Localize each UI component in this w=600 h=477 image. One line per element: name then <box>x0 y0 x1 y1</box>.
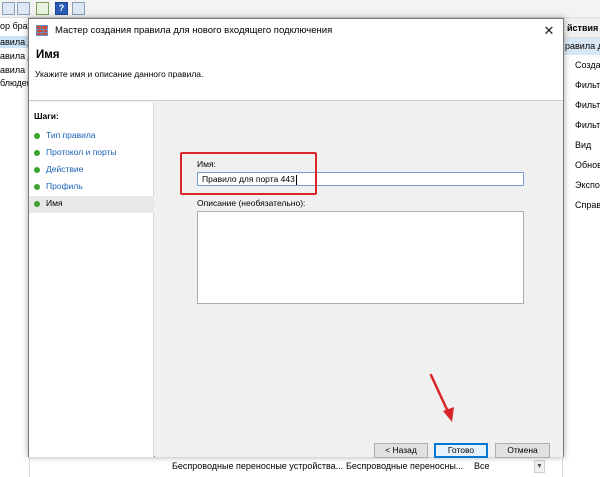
step-label: Действие <box>46 164 84 174</box>
step-complete-icon <box>34 167 40 173</box>
background-tree-pane: ор бра авила д авила д авила б блюден <box>0 18 30 477</box>
step-label: Тип правила <box>46 130 96 140</box>
step-profile[interactable]: Профиль <box>29 179 154 196</box>
actions-subheader[interactable]: равила д <box>563 38 600 55</box>
cell-profile: Все <box>474 461 490 471</box>
step-label: Имя <box>46 198 63 208</box>
step-complete-icon <box>34 150 40 156</box>
action-item[interactable]: Справ <box>563 195 600 215</box>
step-rule-type[interactable]: Тип правила <box>29 128 154 145</box>
console-tree-icon[interactable] <box>2 2 15 15</box>
cell-group: Беспроводные переносны... <box>346 461 464 471</box>
action-item[interactable]: Фильт <box>563 115 600 135</box>
tree-item[interactable]: блюден <box>0 77 30 89</box>
action-item[interactable]: Фильт <box>563 95 600 115</box>
step-protocol-ports[interactable]: Протокол и порты <box>29 145 154 162</box>
close-icon: ✕ <box>543 23 555 38</box>
step-complete-icon <box>34 184 40 190</box>
step-complete-icon <box>34 133 40 139</box>
back-button[interactable]: < Назад <box>374 443 428 458</box>
new-inbound-rule-wizard: Мастер создания правила для нового входя… <box>28 18 564 458</box>
table-row[interactable]: Беспроводные переносные устройства... Бе… <box>152 455 548 477</box>
description-label: Описание (необязательно): <box>197 198 306 208</box>
steps-header: Шаги: <box>34 111 59 121</box>
dialog-titlebar[interactable]: Мастер создания правила для нового входя… <box>29 19 563 43</box>
step-current-icon <box>34 201 40 207</box>
close-button[interactable]: ✕ <box>535 19 563 43</box>
step-name[interactable]: Имя <box>29 196 154 213</box>
tree-item-selected[interactable]: авила д <box>0 36 30 48</box>
highlight-box <box>180 152 317 195</box>
cell-name: Беспроводные переносные устройства... <box>172 461 344 471</box>
help-icon[interactable]: ? <box>55 2 68 15</box>
actions-pane: йствия равила д Создат Фильт Фильт Фильт… <box>562 18 600 477</box>
action-item[interactable]: Создат <box>563 55 600 75</box>
step-action[interactable]: Действие <box>29 162 154 179</box>
dialog-title: Мастер создания правила для нового входя… <box>55 25 333 36</box>
action-item[interactable]: Фильт <box>563 75 600 95</box>
tree-item[interactable]: авила д <box>0 50 30 62</box>
tree-item[interactable]: ор бра <box>0 20 30 32</box>
firewall-icon <box>36 25 48 36</box>
action-item[interactable]: Экспо <box>563 175 600 195</box>
scroll-down-icon[interactable]: ▼ <box>534 460 545 473</box>
view-icon[interactable] <box>72 2 85 15</box>
export-icon[interactable] <box>36 2 49 15</box>
step-label: Протокол и порты <box>46 147 117 157</box>
page-title: Имя <box>36 49 60 61</box>
tree-item[interactable]: авила б <box>0 64 30 76</box>
background-toolbar: ? <box>0 0 600 18</box>
page-subtitle: Укажите имя и описание данного правила. <box>35 69 204 79</box>
description-textarea[interactable] <box>197 211 524 304</box>
wizard-header: Имя Укажите имя и описание данного прави… <box>29 43 563 101</box>
action-item[interactable]: Обнов <box>563 155 600 175</box>
properties-icon[interactable] <box>17 2 30 15</box>
wizard-steps: Шаги: Тип правила Протокол и порты Дейст… <box>29 102 154 457</box>
cancel-button[interactable]: Отмена <box>495 443 550 458</box>
finish-button[interactable]: Готово <box>434 443 488 458</box>
action-item[interactable]: Вид <box>563 135 600 155</box>
step-label: Профиль <box>46 181 83 191</box>
actions-header: йствия <box>563 18 600 38</box>
